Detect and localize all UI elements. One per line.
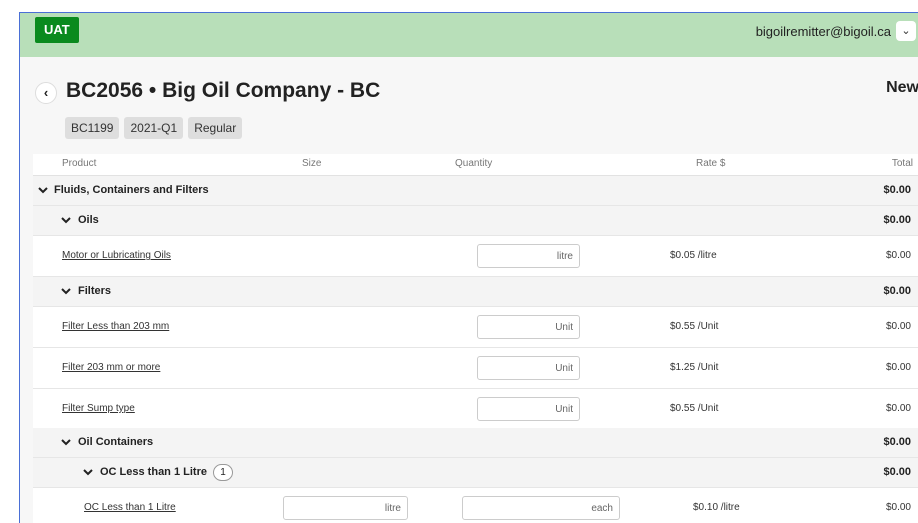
- app-frame: UAT bigoilremitter@bigoil.ca ⌄ ‹ BC2056 …: [19, 12, 918, 523]
- product-link[interactable]: Filter 203 mm or more: [62, 362, 160, 373]
- table-header: Product Size Quantity Rate $ Total: [33, 154, 918, 176]
- size-input[interactable]: litre: [283, 496, 408, 520]
- rate-value: $0.05 /litre: [670, 250, 717, 261]
- product-link[interactable]: Filter Sump type: [62, 403, 135, 414]
- row-total: $0.00: [885, 250, 911, 261]
- group-total: $0.00: [883, 184, 911, 196]
- group-row-oil-containers[interactable]: Oil Containers $0.00: [33, 428, 918, 458]
- product-link[interactable]: Filter Less than 203 mm: [62, 321, 169, 332]
- status-label: New: [886, 79, 918, 96]
- column-rate: Rate $: [696, 158, 726, 169]
- row-total: $0.00: [885, 362, 911, 373]
- user-email: bigoilremitter@bigoil.ca: [755, 24, 891, 39]
- group-row-fluids[interactable]: Fluids, Containers and Filters $0.00: [33, 176, 918, 206]
- chevron-down-icon[interactable]: [37, 183, 49, 197]
- group-label: Filters: [78, 285, 112, 297]
- group-label: Oil Containers: [78, 436, 154, 448]
- row-total: $0.00: [885, 502, 911, 513]
- quantity-input[interactable]: Unit: [477, 397, 580, 421]
- quantity-input[interactable]: Unit: [477, 315, 580, 339]
- group-total: $0.00: [883, 436, 911, 448]
- table-row: Filter Sump type Unit $0.55 /Unit $0.00: [33, 389, 918, 430]
- tag-remitter-id: BC1199: [65, 117, 120, 139]
- tag-list: BC1199 2021-Q1 Regular: [65, 117, 243, 139]
- tag-period: 2021-Q1: [124, 117, 184, 139]
- environment-badge: UAT: [35, 17, 79, 43]
- group-label: Oils: [78, 214, 99, 226]
- chevron-down-icon[interactable]: [82, 465, 94, 479]
- group-label: Fluids, Containers and Filters: [54, 184, 209, 196]
- row-total: $0.00: [885, 403, 911, 414]
- column-size: Size: [302, 158, 322, 169]
- table-row: Motor or Lubricating Oils litre $0.05 /l…: [33, 236, 918, 277]
- rate-value: $0.10 /litre: [693, 502, 740, 513]
- column-product: Product: [62, 158, 97, 169]
- rate-value: $1.25 /Unit: [670, 362, 719, 373]
- group-row-oils[interactable]: Oils $0.00: [33, 206, 918, 236]
- count-badge: 1: [213, 464, 233, 481]
- table-row: Filter Less than 203 mm Unit $0.55 /Unit…: [33, 307, 918, 348]
- product-link[interactable]: Motor or Lubricating Oils: [62, 250, 171, 261]
- chevron-down-icon[interactable]: ⌄: [896, 21, 916, 41]
- tag-type: Regular: [188, 117, 243, 139]
- chevron-down-icon[interactable]: [60, 213, 72, 227]
- product-link[interactable]: OC Less than 1 Litre: [84, 502, 176, 513]
- column-quantity: Quantity: [455, 158, 493, 169]
- group-total: $0.00: [883, 285, 911, 297]
- back-button[interactable]: ‹: [35, 82, 57, 104]
- group-total: $0.00: [883, 466, 911, 478]
- rate-value: $0.55 /Unit: [670, 403, 719, 414]
- chevron-down-icon[interactable]: [60, 435, 72, 449]
- group-row-oc-less-than-1-litre[interactable]: OC Less than 1 Litre 1 $0.00: [33, 458, 918, 488]
- column-total: Total: [891, 158, 913, 169]
- row-total: $0.00: [885, 321, 911, 332]
- quantity-input[interactable]: Unit: [477, 356, 580, 380]
- group-total: $0.00: [883, 214, 911, 226]
- table-row: OC Less than 1 Litre litre each $0.10 /l…: [33, 488, 918, 523]
- page-title: BC2056 • Big Oil Company - BC: [66, 79, 381, 102]
- quantity-input[interactable]: each: [462, 496, 620, 520]
- group-label: OC Less than 1 Litre: [100, 466, 207, 478]
- chevron-down-icon[interactable]: [60, 284, 72, 298]
- quantity-input[interactable]: litre: [477, 244, 580, 268]
- table-row: Filter 203 mm or more Unit $1.25 /Unit $…: [33, 348, 918, 389]
- rate-value: $0.55 /Unit: [670, 321, 719, 332]
- group-row-filters[interactable]: Filters $0.00: [33, 277, 918, 307]
- top-bar: UAT bigoilremitter@bigoil.ca ⌄: [20, 13, 918, 57]
